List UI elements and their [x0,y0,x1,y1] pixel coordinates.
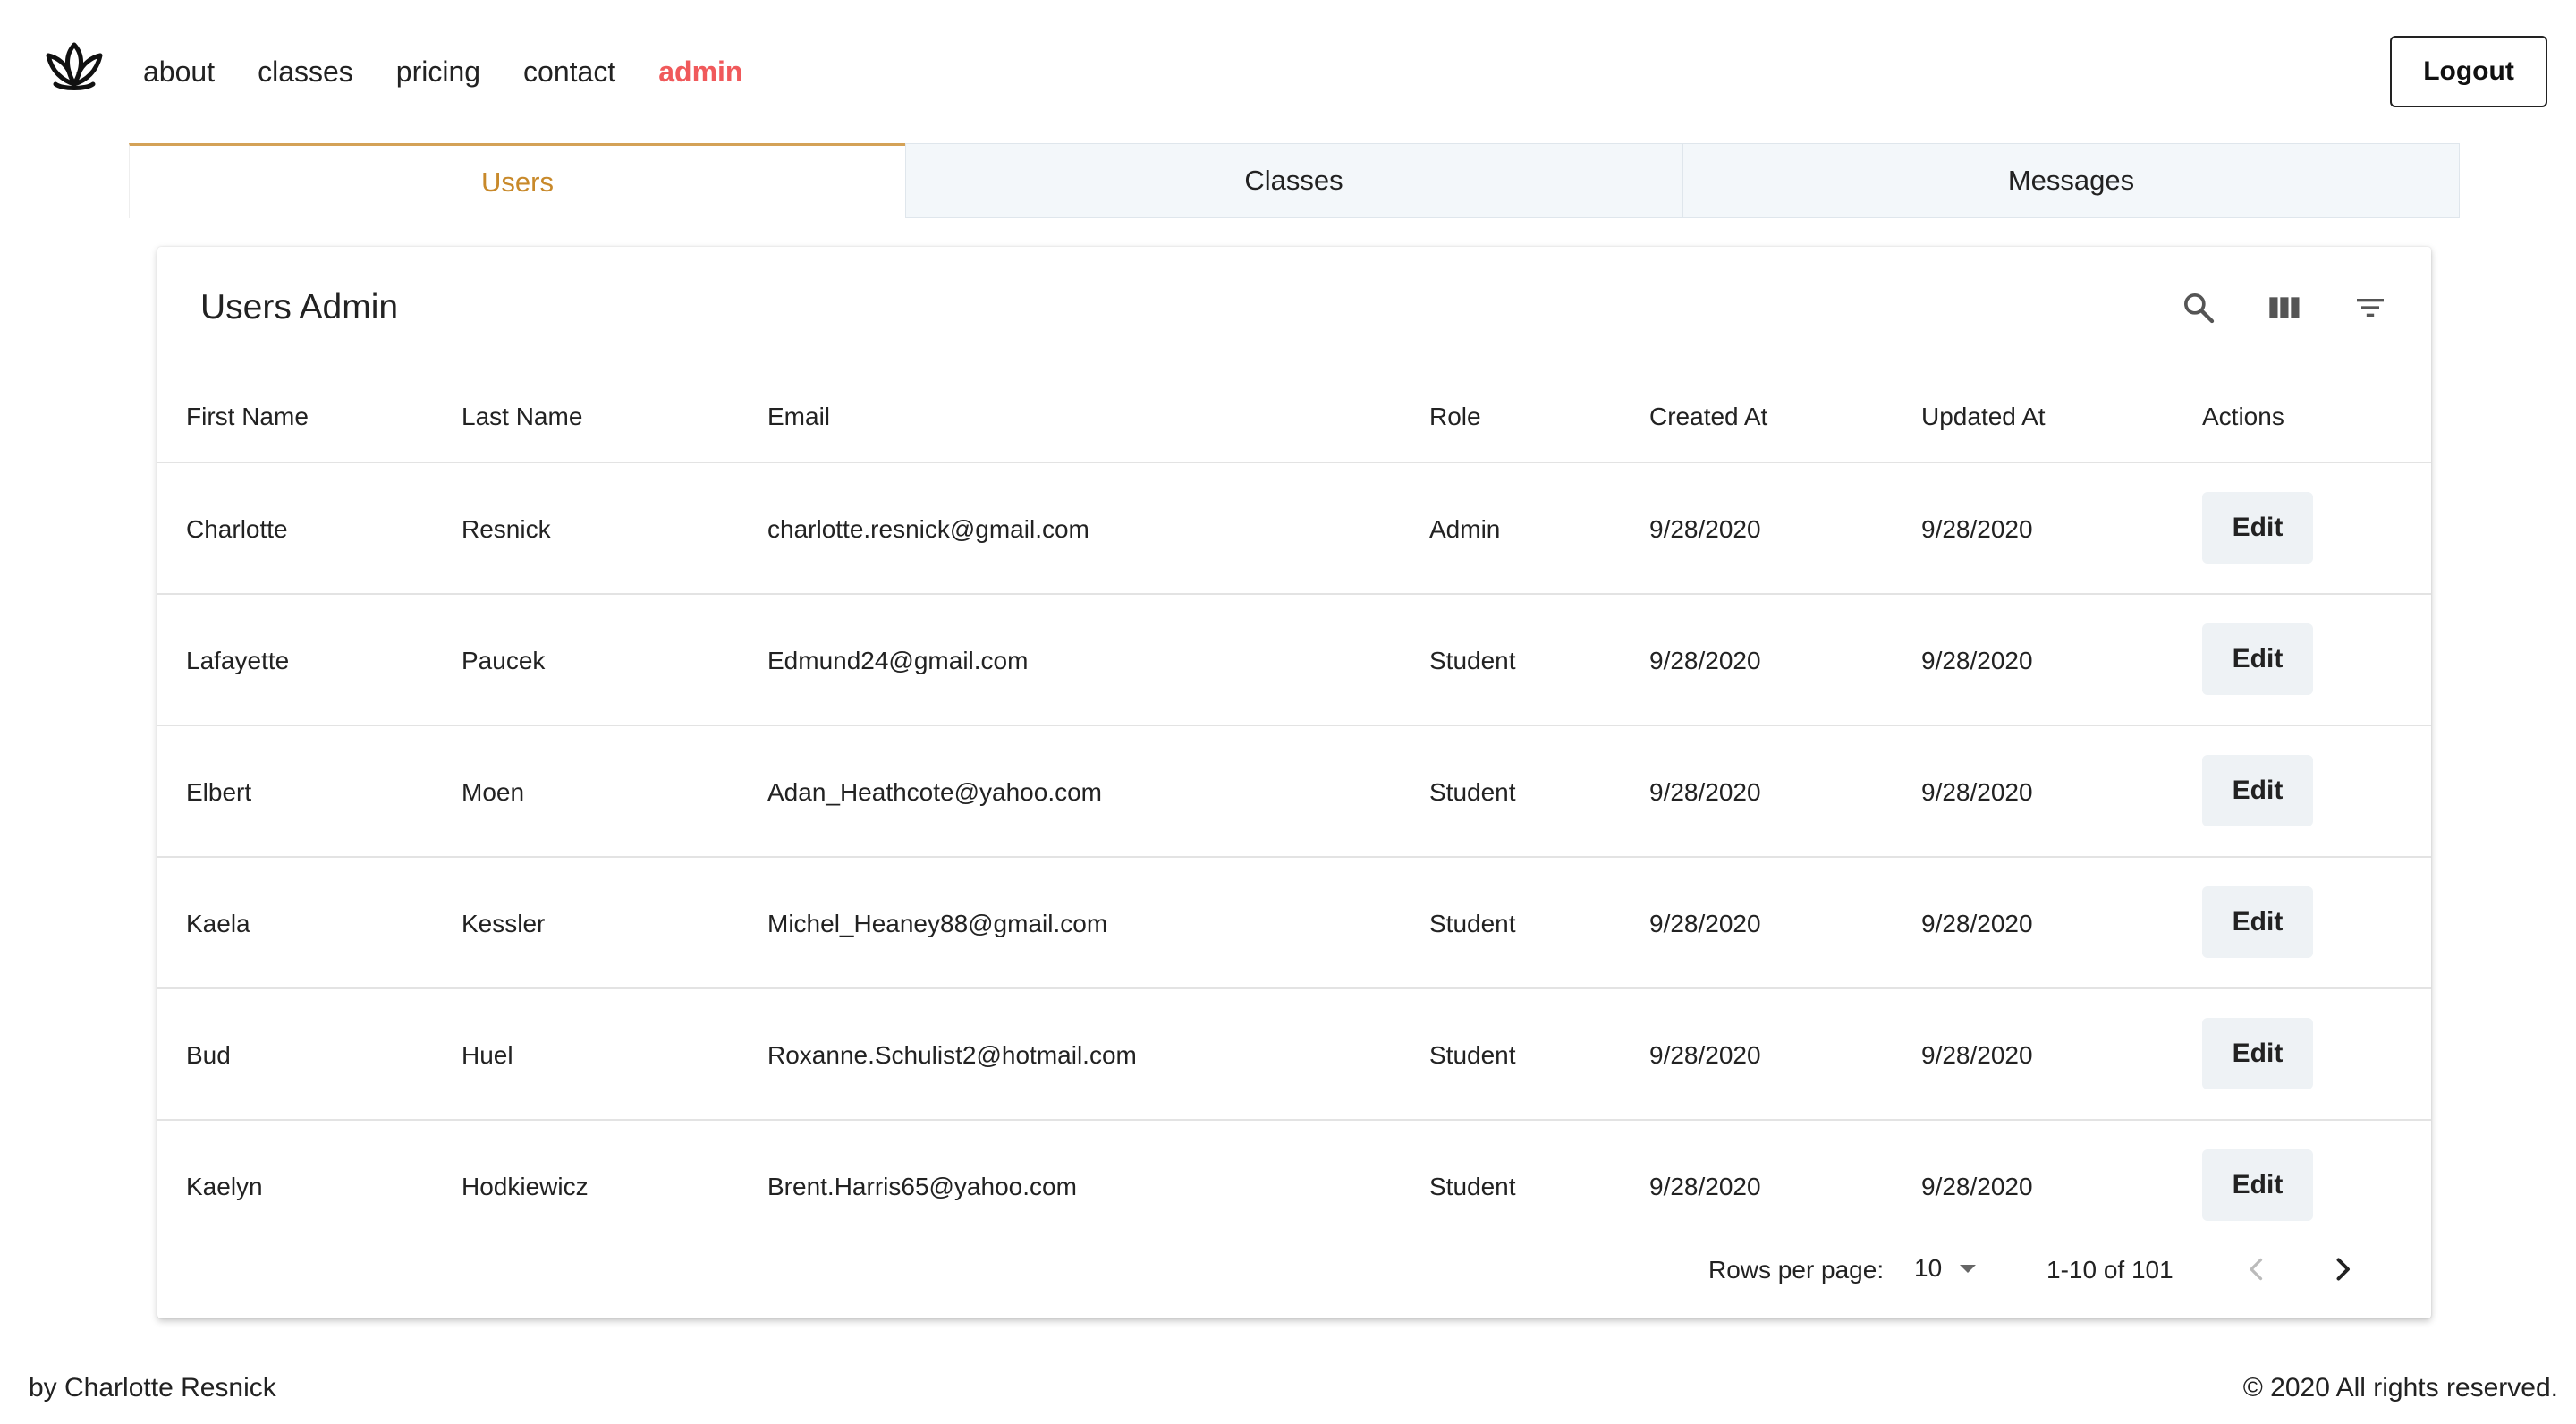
cell-role: Student [1429,1041,1516,1069]
nav-link-pricing[interactable]: pricing [396,50,480,93]
cell-email: Michel_Heaney88@gmail.com [767,910,1108,937]
cell-created-at: 9/28/2020 [1649,515,1761,543]
nav-links: about classes pricing contact admin [143,50,785,93]
cell-role: Student [1429,778,1516,806]
nav-link-contact[interactable]: contact [523,50,615,93]
header-actions: Actions [2202,403,2284,430]
cell-updated-at: 9/28/2020 [1921,910,2033,937]
top-nav: about classes pricing contact admin Logo… [0,0,2576,143]
cell-role: Student [1429,647,1516,674]
nav-link-about[interactable]: about [143,50,215,93]
table-row: Kaela Kessler Michel_Heaney88@gmail.com … [157,858,2431,989]
header-updated-at[interactable]: Updated At [1921,399,2046,435]
cell-updated-at: 9/28/2020 [1921,778,2033,806]
logout-button[interactable]: Logout [2390,36,2547,107]
chevron-left-icon[interactable] [2234,1247,2279,1292]
table-row: Lafayette Paucek Edmund24@gmail.com Stud… [157,595,2431,726]
page-range: 1-10 of 101 [2046,1256,2174,1284]
rows-per-page-value: 10 [1914,1254,1943,1282]
cell-role: Admin [1429,515,1501,543]
footer-copyright: © 2020 All rights reserved. [2242,1373,2558,1403]
edit-button[interactable]: Edit [2202,492,2313,564]
cell-email: Roxanne.Schulist2@hotmail.com [767,1041,1137,1069]
edit-button[interactable]: Edit [2202,1018,2313,1089]
cell-created-at: 9/28/2020 [1649,647,1761,674]
admin-tabs: Users Classes Messages [129,143,2460,218]
header-email[interactable]: Email [767,399,830,435]
header-first-name[interactable]: First Name [186,399,309,435]
cell-first-name: Kaelyn [186,1173,263,1200]
card-title: Users Admin [200,288,399,326]
table-row: Bud Huel Roxanne.Schulist2@hotmail.com S… [157,989,2431,1121]
cell-created-at: 9/28/2020 [1649,910,1761,937]
users-admin-card: Users Admin First Name Last Name Email R… [157,247,2431,1318]
table-body: Charlotte Resnick charlotte.resnick@gmai… [157,463,2431,1252]
search-icon[interactable] [2172,281,2225,335]
rows-per-page-select[interactable]: 10 [1914,1250,1977,1286]
cell-first-name: Kaela [186,910,250,937]
cell-updated-at: 9/28/2020 [1921,1173,2033,1200]
header-created-at[interactable]: Created At [1649,399,1767,435]
cell-first-name: Lafayette [186,647,290,674]
view-columns-icon[interactable] [2258,281,2311,335]
cell-updated-at: 9/28/2020 [1921,515,2033,543]
table-row: Charlotte Resnick charlotte.resnick@gmai… [157,463,2431,595]
filter-icon[interactable] [2343,281,2397,335]
cell-email: Brent.Harris65@yahoo.com [767,1173,1077,1200]
cell-last-name: Hodkiewicz [462,1173,589,1200]
cell-role: Student [1429,1173,1516,1200]
pagination: Rows per page: 10 1-10 of 101 [157,1243,2431,1297]
tab-users[interactable]: Users [129,143,905,218]
header-role[interactable]: Role [1429,399,1481,435]
tab-messages[interactable]: Messages [1682,143,2460,218]
cell-updated-at: 9/28/2020 [1921,1041,2033,1069]
table-header: First Name Last Name Email Role Created … [157,372,2431,463]
cell-last-name: Kessler [462,910,546,937]
tab-classes[interactable]: Classes [905,143,1682,218]
cell-email: Adan_Heathcote@yahoo.com [767,778,1102,806]
cell-created-at: 9/28/2020 [1649,778,1761,806]
cell-first-name: Elbert [186,778,252,806]
cell-last-name: Huel [462,1041,513,1069]
cell-last-name: Resnick [462,515,551,543]
cell-updated-at: 9/28/2020 [1921,647,2033,674]
lotus-icon[interactable] [43,39,106,95]
edit-button[interactable]: Edit [2202,1149,2313,1221]
cell-last-name: Moen [462,778,525,806]
nav-link-admin[interactable]: admin [658,50,742,93]
footer-author: by Charlotte Resnick [29,1373,276,1403]
cell-role: Student [1429,910,1516,937]
cell-email: Edmund24@gmail.com [767,647,1029,674]
table-row: Kaelyn Hodkiewicz Brent.Harris65@yahoo.c… [157,1121,2431,1252]
caret-down-icon [1960,1264,1977,1273]
table-row: Elbert Moen Adan_Heathcote@yahoo.com Stu… [157,726,2431,858]
cell-last-name: Paucek [462,647,546,674]
edit-button[interactable]: Edit [2202,886,2313,958]
cell-first-name: Charlotte [186,515,288,543]
cell-created-at: 9/28/2020 [1649,1173,1761,1200]
chevron-right-icon[interactable] [2320,1247,2365,1292]
rows-per-page-label: Rows per page: [1708,1256,1885,1284]
cell-created-at: 9/28/2020 [1649,1041,1761,1069]
cell-first-name: Bud [186,1041,231,1069]
cell-email: charlotte.resnick@gmail.com [767,515,1089,543]
nav-link-classes[interactable]: classes [258,50,353,93]
edit-button[interactable]: Edit [2202,755,2313,826]
edit-button[interactable]: Edit [2202,623,2313,695]
header-last-name[interactable]: Last Name [462,399,582,435]
